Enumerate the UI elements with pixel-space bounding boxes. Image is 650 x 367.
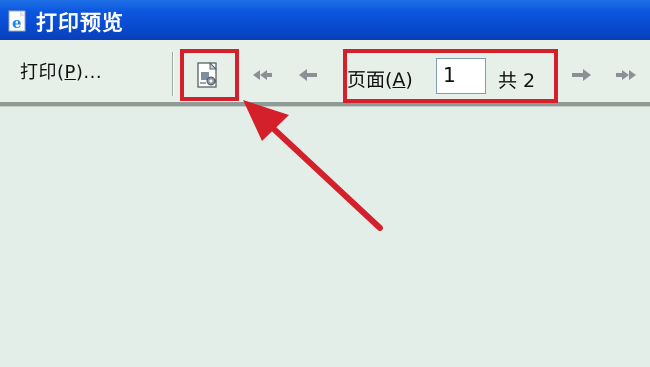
svg-text:e: e xyxy=(12,14,22,32)
title-bar[interactable]: e 打印预览 xyxy=(0,0,650,40)
print-label-key: P xyxy=(64,62,76,83)
toolbar-divider xyxy=(172,52,174,96)
ie-document-icon: e xyxy=(8,10,26,32)
window-title: 打印预览 xyxy=(36,11,124,35)
previous-page-icon[interactable] xyxy=(295,64,321,86)
print-label-suffix: )... xyxy=(75,62,103,83)
next-page-icon[interactable] xyxy=(569,64,595,86)
print-label-prefix: 打印( xyxy=(20,62,65,83)
print-preview-window: e 打印预览 打印(P)... 页面(A) 1 共 2 xyxy=(0,0,650,367)
first-page-icon[interactable] xyxy=(249,64,275,86)
last-page-icon[interactable] xyxy=(614,64,640,86)
page-navigation-highlight-box xyxy=(343,49,558,103)
page-setup-highlight-box xyxy=(180,49,239,101)
print-button[interactable]: 打印(P)... xyxy=(20,58,102,90)
preview-area[interactable] xyxy=(0,107,650,367)
